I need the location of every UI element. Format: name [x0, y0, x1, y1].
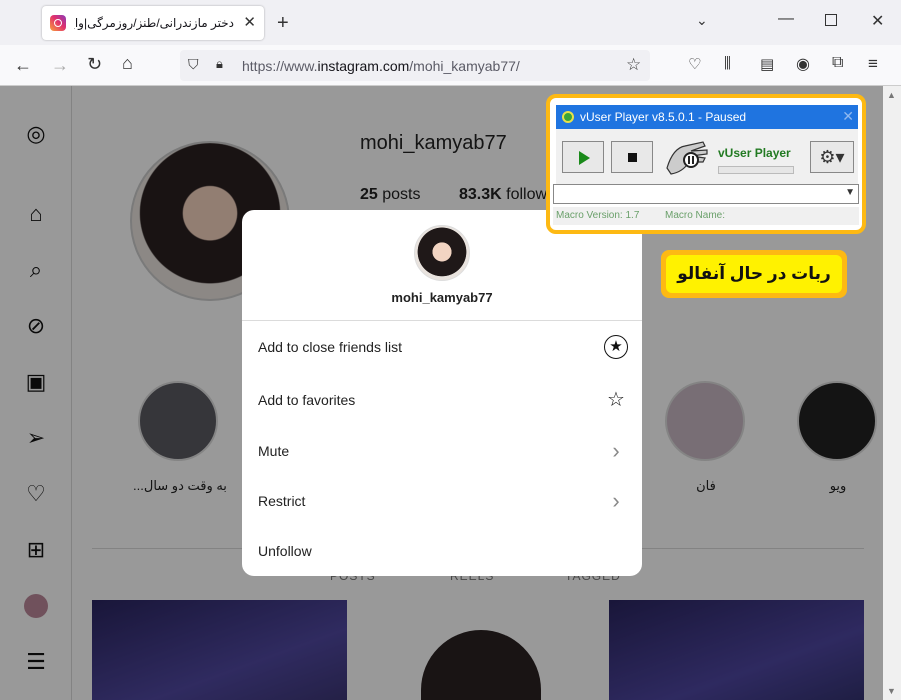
scroll-up-arrow-icon[interactable]: ▲ [887, 90, 896, 100]
library-icon[interactable]: ⫼ [724, 55, 731, 72]
dialog-avatar [414, 225, 470, 281]
close-friends-label: Add to close friends list [258, 339, 402, 355]
favorites-label: Add to favorites [258, 392, 356, 408]
chevron-right-icon: › [612, 488, 620, 513]
app-menu-icon[interactable]: ≡ [868, 54, 878, 74]
sidebar-toggle-icon[interactable]: ▤ [760, 55, 774, 73]
pocket-icon[interactable]: ♡ [688, 55, 701, 73]
address-bar[interactable]: ⛉ 🔒︎ https://www.instagram.com/mohi_kamy… [180, 50, 650, 81]
page-scrollbar[interactable]: ▲ ▼ [883, 86, 901, 700]
browser-tab[interactable]: دختر مازندرانی/طنز/روزمرگی|واینر ✕ [42, 6, 264, 40]
gear-icon: ⚙▾ [819, 147, 845, 167]
favorites-option[interactable]: Add to favorites ☆ [242, 376, 642, 426]
bookmark-star-icon[interactable]: ☆ [626, 55, 641, 75]
tab-list-chevron-icon[interactable]: ⌄ [696, 12, 708, 29]
vuser-stop-button[interactable] [611, 141, 653, 173]
mute-option[interactable]: Mute › [242, 427, 642, 477]
vuser-app-icon [562, 111, 574, 123]
restrict-option[interactable]: Restrict › [242, 477, 642, 527]
navigation-bar: ← → ↻ ⌂ ⛉ 🔒︎ https://www.instagram.com/m… [0, 45, 901, 86]
reload-icon[interactable]: ↻ [87, 54, 102, 75]
restrict-label: Restrict [258, 493, 306, 509]
unfollow-option[interactable]: Unfollow [242, 527, 642, 576]
vuser-title-bar[interactable]: vUser Player v8.5.0.1 - Paused ✕ [556, 105, 858, 129]
account-icon[interactable]: ◉ [796, 54, 810, 74]
mute-label: Mute [258, 443, 290, 459]
vuser-hand-logo-icon [666, 141, 708, 175]
instagram-favicon-icon [50, 15, 66, 31]
dialog-username: mohi_kamyab77 [391, 290, 493, 305]
macro-name-label: Macro Name: [665, 210, 726, 221]
scroll-down-arrow-icon[interactable]: ▼ [887, 686, 896, 696]
vuser-brand-label: vUser Player [718, 146, 791, 160]
vuser-status-bar: Macro Version: 1.7 Macro Name: [553, 207, 859, 225]
follow-options-dialog: ✕ mohi_kamyab77 Add to close friends lis… [242, 210, 642, 576]
macro-version-label: Macro Version: 1.7 [556, 210, 640, 221]
unfollow-label: Unfollow [258, 543, 312, 559]
tab-title: دختر مازندرانی/طنز/روزمرگی|واینر [74, 16, 234, 30]
close-friends-star-icon: ★ [604, 335, 628, 359]
minimize-icon[interactable]: — [778, 10, 794, 28]
tracking-shield-icon[interactable]: ⛉ [188, 56, 199, 73]
chevron-right-icon: › [612, 438, 620, 463]
annotation-callout: ربات در حال آنفالو [661, 250, 847, 298]
back-arrow-icon[interactable]: ← [14, 55, 32, 76]
home-icon[interactable]: ⌂ [122, 53, 133, 74]
close-friends-option[interactable]: Add to close friends list ★ [242, 323, 642, 373]
vuser-progress-bar [718, 166, 794, 174]
extensions-icon[interactable]: ⧉ [832, 54, 843, 72]
new-tab-button[interactable]: + [277, 12, 289, 35]
star-outline-icon: ☆ [607, 389, 625, 411]
lock-icon[interactable]: 🔒︎ [216, 56, 223, 72]
vuser-settings-button[interactable]: ⚙▾ [810, 141, 854, 173]
close-window-icon[interactable]: ✕ [871, 11, 884, 31]
vuser-title: vUser Player v8.5.0.1 - Paused [580, 110, 747, 124]
forward-arrow-icon[interactable]: → [51, 55, 69, 76]
vuser-play-button[interactable] [562, 141, 604, 173]
annotation-text: ربات در حال آنفالو [666, 255, 842, 293]
tab-bar: دختر مازندرانی/طنز/روزمرگی|واینر ✕ + ⌄ —… [0, 0, 901, 45]
vuser-macro-select[interactable]: ▼ [553, 184, 859, 204]
url-text[interactable]: https://www.instagram.com/mohi_kamyab77/ [242, 58, 520, 74]
vuser-close-icon[interactable]: ✕ [842, 108, 854, 125]
maximize-icon[interactable] [825, 14, 837, 26]
close-tab-icon[interactable]: ✕ [243, 13, 256, 31]
dialog-divider [242, 320, 642, 321]
select-chevron-down-icon[interactable]: ▼ [845, 187, 855, 198]
